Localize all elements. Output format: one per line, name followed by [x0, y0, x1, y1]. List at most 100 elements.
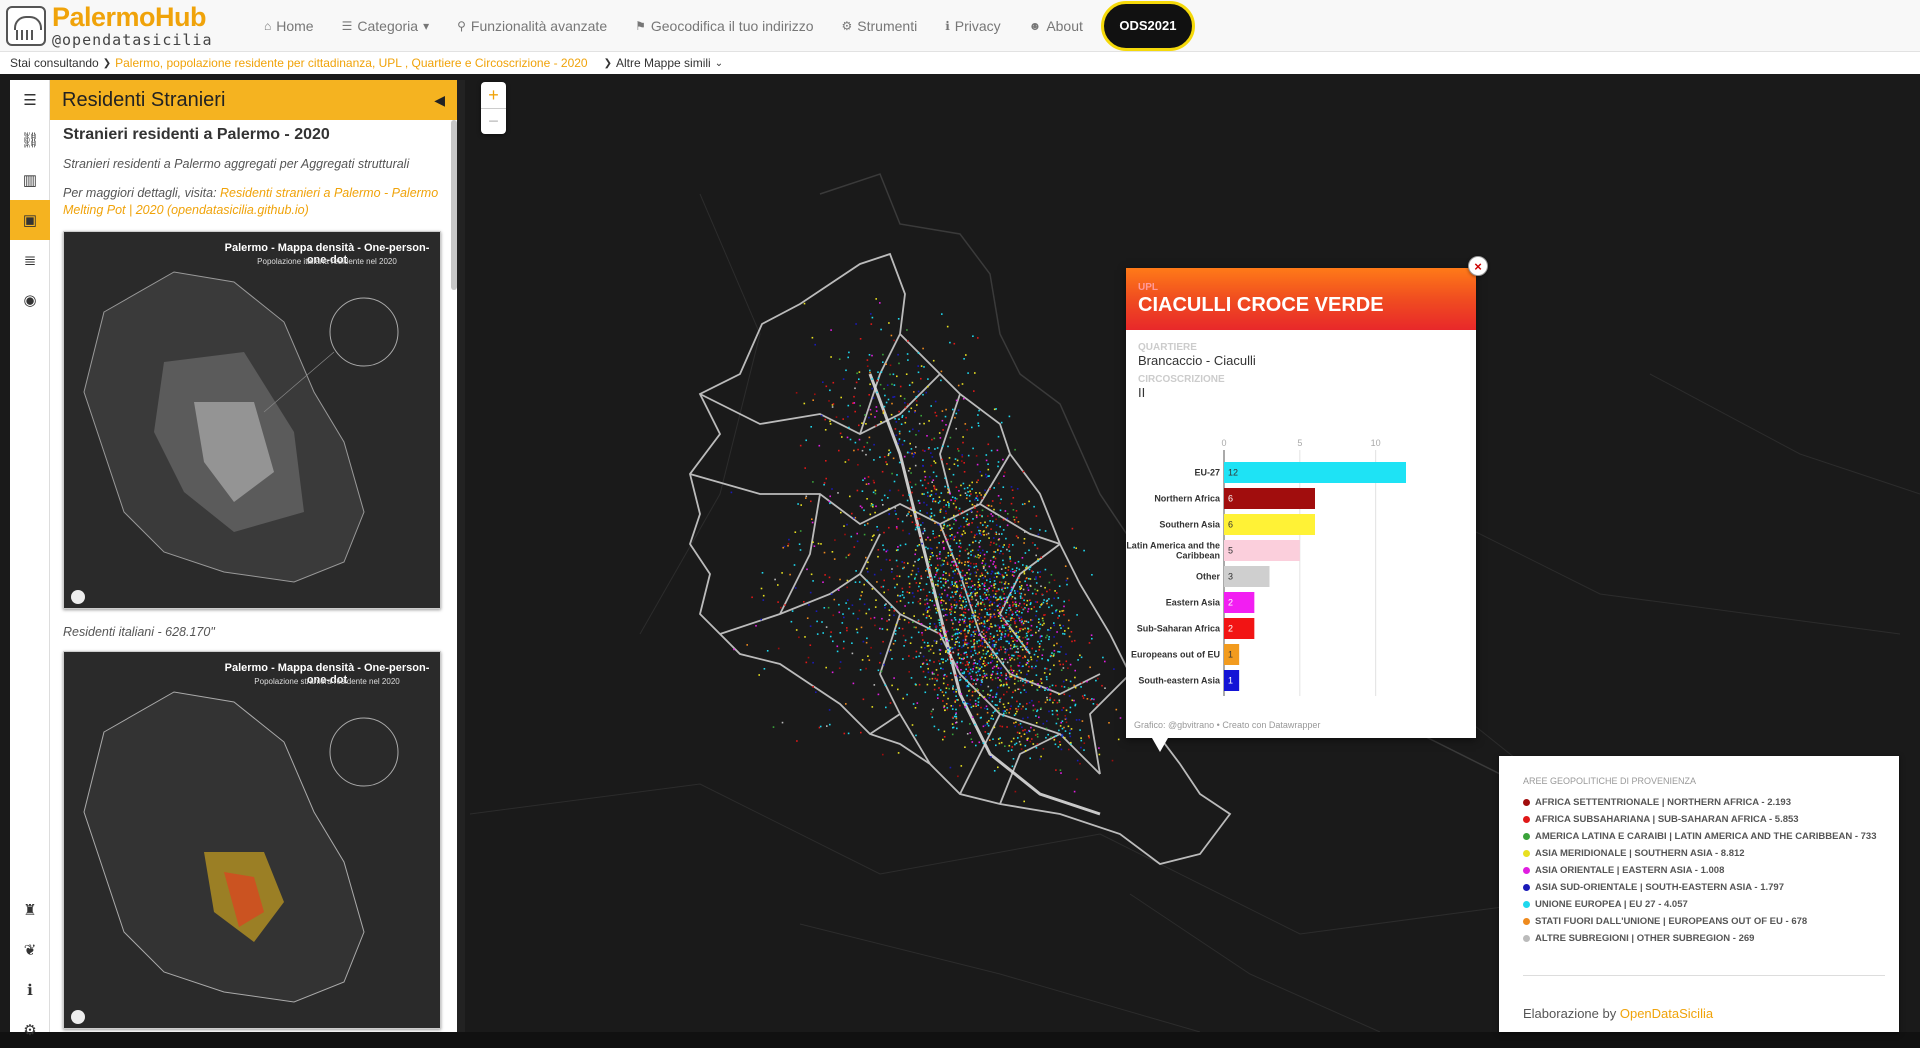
map-popup: UPL CIACULLI CROCE VERDE QUARTIERE Branc…	[1126, 268, 1476, 738]
menu-icon[interactable]: ☰	[10, 80, 50, 120]
info-icon[interactable]: ℹ	[10, 972, 50, 1008]
popup-circoscrizione-label: CIRCOSCRIZIONE	[1138, 374, 1225, 385]
legend-color-dot-icon	[1523, 901, 1530, 908]
github-icon[interactable]: ◉	[10, 280, 50, 320]
caret-down-icon: ▾	[423, 18, 430, 33]
legend-color-dot-icon	[1523, 833, 1530, 840]
map-marker-icon: ⚑	[635, 18, 646, 33]
legend-item: AFRICA SUBSAHARIANA | SUB-SAHARAN AFRICA…	[1523, 811, 1885, 828]
chart-category-label: Northern Africa	[1154, 494, 1221, 504]
chart-category-label: Eastern Asia	[1166, 598, 1221, 608]
legend-item-label: AMERICA LATINA E CARAIBI | LATIN AMERICA…	[1535, 831, 1877, 842]
legend-color-dot-icon	[1523, 867, 1530, 874]
zoom-control: + −	[481, 82, 506, 134]
zoom-in-button[interactable]: +	[481, 82, 506, 108]
chart-value-label: 1	[1228, 676, 1233, 686]
popup-tip	[1152, 738, 1168, 752]
breadcrumb: Stai consultando ❯ Palermo, popolazione …	[0, 52, 1920, 74]
popup-upl-value: CIACULLI CROCE VERDE	[1138, 294, 1384, 316]
popup-chart-credit: Grafico: @gbvitrano • Creato con Datawra…	[1134, 720, 1321, 730]
popup-circoscrizione-value: II	[1138, 385, 1146, 400]
brand[interactable]: PalermoHub @opendatasicilia	[0, 0, 250, 52]
nav-privacy[interactable]: ℹ Privacy	[931, 0, 1014, 52]
info-icon: ℹ	[945, 18, 950, 33]
breadcrumb-current[interactable]: Palermo, popolazione residente per citta…	[115, 56, 587, 70]
nav-funzionalita[interactable]: ⚲ Funzionalità avanzate	[443, 0, 621, 52]
chart-category-label: EU-27	[1194, 468, 1220, 478]
nav-geocodifica[interactable]: ⚑ Geocodifica il tuo indirizzo	[621, 0, 827, 52]
legend-item-label: AFRICA SUBSAHARIANA | SUB-SAHARAN AFRICA…	[1535, 814, 1799, 825]
leaf-icon[interactable]: ❦	[10, 932, 50, 968]
chart-bar	[1224, 540, 1300, 561]
map-legend: AREE GEOPOLITICHE DI PROVENIENZA AFRICA …	[1499, 756, 1899, 1032]
nav-about-label: About	[1046, 17, 1083, 34]
ods2021-button[interactable]: ODS2021	[1100, 0, 1195, 51]
chart-category-label: Southern Asia	[1159, 520, 1221, 530]
panel-header: Residenti Stranieri	[62, 88, 226, 111]
chart-value-label: 5	[1228, 546, 1233, 556]
database-icon[interactable]: ≣	[10, 240, 50, 280]
chart-value-label: 6	[1228, 494, 1233, 504]
chart-tick-label: 0	[1221, 438, 1226, 448]
panel-more: Per maggiori dettagli, visita: Residenti…	[63, 185, 444, 219]
chart-value-label: 12	[1228, 468, 1238, 478]
palermohub-logo-icon	[6, 5, 46, 46]
opendatasicilia-link[interactable]: OpenDataSicilia	[1620, 1006, 1713, 1021]
chevron-down-icon[interactable]: ⌄	[715, 58, 723, 69]
legend-item-label: ASIA ORIENTALE | EASTERN ASIA - 1.008	[1535, 865, 1725, 876]
image-icon[interactable]: ▣	[10, 200, 50, 240]
chart-value-label: 2	[1228, 598, 1233, 608]
legend-title: AREE GEOPOLITICHE DI PROVENIENZA	[1523, 776, 1697, 786]
legend-divider	[1523, 975, 1885, 976]
panel-more-prefix: Per maggiori dettagli, visita:	[63, 185, 217, 200]
home-icon: ⌂	[264, 18, 272, 33]
chart-tick-label: 10	[1371, 438, 1381, 448]
chevron-right-icon: ❯	[102, 57, 112, 69]
legend-color-dot-icon	[1523, 884, 1530, 891]
thumbnail-italian-caption: Residenti italiani - 628.170"	[63, 624, 215, 639]
nav-about[interactable]: ☻ About	[1015, 0, 1097, 52]
chart-bar	[1224, 488, 1315, 509]
breadcrumb-similar-maps[interactable]: Altre Mappe simili	[616, 56, 711, 70]
chart-bar	[1224, 462, 1406, 483]
top-navbar: PalermoHub @opendatasicilia ⌂ Home ☰ Categ…	[0, 0, 1920, 52]
panel-title: Stranieri residenti a Palermo - 2020	[63, 126, 330, 143]
nav-categoria[interactable]: ☰ Categoria ▾	[328, 0, 444, 52]
legend-item-label: ASIA SUD-ORIENTALE | SOUTH-EASTERN ASIA …	[1535, 882, 1784, 893]
settings-icon[interactable]: ⚙	[10, 1012, 50, 1048]
legend-item-label: AFRICA SETTENTRIONALE | NORTHERN AFRICA …	[1535, 797, 1792, 808]
thumbnail-italian-subtitle: Popolazione italiana residente nel 2020	[257, 256, 397, 266]
chart-category-label: Other	[1196, 572, 1221, 582]
bar-chart-icon[interactable]: ▥	[10, 160, 50, 200]
nav-geocodifica-label: Geocodifica il tuo indirizzo	[650, 17, 814, 34]
opendatasicilia-icon[interactable]: ♜	[10, 892, 50, 928]
legend-item: STATI FUORI DALL'UNIONE | EUROPEANS OUT …	[1523, 913, 1885, 930]
legend-color-dot-icon	[1523, 935, 1530, 942]
zoom-out-button[interactable]: −	[481, 108, 506, 134]
gear-icon: ⚙	[841, 18, 853, 33]
popup-close-button[interactable]: ×	[1468, 256, 1488, 276]
thumbnail-italian[interactable]: Palermo - Mappa densità - One-person-one…	[63, 230, 441, 609]
panel-description: Stranieri residenti a Palermo aggregati …	[63, 157, 410, 171]
nav-strumenti-label: Strumenti	[857, 17, 918, 34]
nav-strumenti[interactable]: ⚙ Strumenti	[828, 0, 932, 52]
legend-item: AMERICA LATINA E CARAIBI | LATIN AMERICA…	[1523, 828, 1885, 845]
nav-funzionalita-label: Funzionalità avanzate	[470, 17, 608, 34]
collapse-caret-icon[interactable]: ◀	[434, 92, 445, 109]
nav-home[interactable]: ⌂ Home	[250, 0, 328, 52]
thumbnail-foreign-map	[71, 691, 399, 1024]
chart-value-label: 6	[1228, 520, 1233, 530]
chart-value-label: 1	[1228, 650, 1233, 660]
thumbnail-foreign[interactable]: Palermo - Mappa densità - One-person-one…	[63, 650, 441, 1029]
brand-subtitle: @opendatasicilia	[52, 30, 213, 49]
link-icon[interactable]: ⛓	[10, 120, 50, 160]
thumbnail-italian-map	[71, 271, 399, 604]
breadcrumb-prefix: Stai consultando	[10, 56, 99, 70]
popup-quartiere-label: QUARTIERE	[1138, 342, 1197, 353]
chart-category-label: Latin America and the	[1126, 541, 1220, 551]
legend-item: ALTRE SUBREGIONI | OTHER SUBREGION - 269	[1523, 930, 1885, 947]
chart-value-label: 2	[1228, 624, 1233, 634]
legend-item-label: ASIA MERIDIONALE | SOUTHERN ASIA - 8.812	[1535, 848, 1745, 859]
chart-value-label: 3	[1228, 572, 1233, 582]
panel-scrollbar[interactable]	[451, 120, 457, 290]
